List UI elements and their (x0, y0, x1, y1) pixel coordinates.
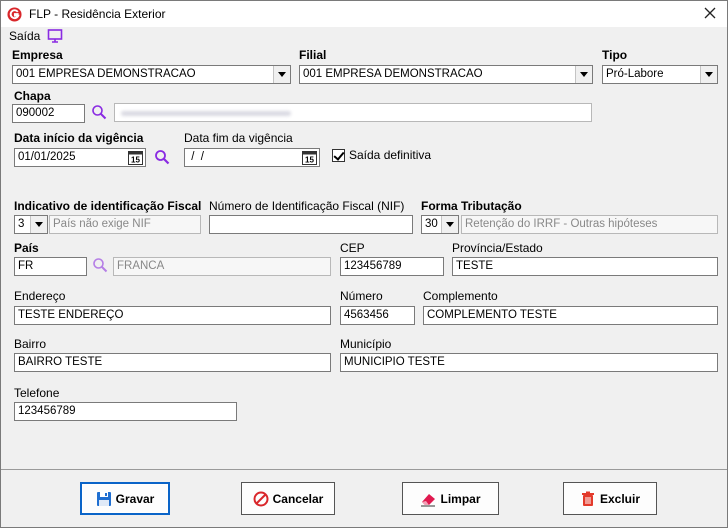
calendar-icon[interactable]: 15 (302, 150, 317, 165)
forma-tributacao-label: Forma Tributação (421, 199, 522, 213)
chapa-name-readonly (114, 103, 592, 122)
inicio-vigencia-input[interactable]: 01/01/2025 15 (14, 148, 146, 167)
forma-tributacao-desc: Retenção do IRRF - Outras hipóteses (461, 215, 718, 234)
inicio-vigencia-label: Data início da vigência (14, 131, 144, 145)
indicativo-fiscal-label: Indicativo de identificação Fiscal (14, 199, 202, 213)
chevron-down-icon[interactable] (30, 216, 47, 233)
tipo-value: Pró-Labore (606, 68, 664, 80)
provincia-label: Província/Estado (452, 241, 543, 255)
calendar-day: 15 (131, 156, 140, 165)
monitor-icon[interactable] (47, 28, 63, 44)
complemento-label: Complemento (423, 289, 498, 303)
chevron-down-icon[interactable] (700, 66, 717, 83)
chevron-down-icon[interactable] (575, 66, 592, 83)
cep-label: CEP (340, 241, 365, 255)
window-title: FLP - Residência Exterior (29, 7, 166, 21)
chapa-input[interactable]: 090002 (12, 104, 85, 123)
indicativo-fiscal-select[interactable]: 3 (14, 215, 48, 234)
calendar-day: 15 (305, 156, 314, 165)
numero-input[interactable]: 4563456 (340, 306, 415, 325)
municipio-input[interactable]: MUNICIPIO TESTE (340, 353, 718, 372)
chapa-label: Chapa (14, 89, 51, 103)
empresa-value: 001 EMPRESA DEMONSTRACAO (16, 68, 196, 80)
numero-label: Número (340, 289, 383, 303)
dialog-window: FLP - Residência Exterior Saída Empresa … (0, 0, 728, 528)
pais-label: País (14, 241, 39, 255)
fim-vigencia-label: Data fim da vigência (184, 131, 293, 145)
search-icon[interactable] (154, 149, 170, 165)
menu-bar: Saída (1, 27, 727, 47)
filial-label: Filial (299, 48, 327, 62)
title-bar: FLP - Residência Exterior (1, 1, 727, 27)
forma-tributacao-select[interactable]: 30 (421, 215, 459, 234)
search-icon[interactable] (91, 104, 107, 120)
nif-label: Número de Identificação Fiscal (NIF) (209, 199, 405, 213)
bairro-input[interactable]: BAIRRO TESTE (14, 353, 331, 372)
filial-select[interactable]: 001 EMPRESA DEMONSTRACAO (299, 65, 593, 84)
telefone-label: Telefone (14, 386, 60, 400)
telefone-input[interactable]: 123456789 (14, 402, 237, 421)
pais-input[interactable]: FR (14, 257, 87, 276)
close-button[interactable] (701, 4, 719, 22)
chevron-down-icon[interactable] (441, 216, 458, 233)
filial-value: 001 EMPRESA DEMONSTRACAO (303, 68, 483, 80)
excluir-label: Excluir (599, 491, 641, 506)
gravar-button[interactable]: Gravar (80, 482, 170, 515)
limpar-button[interactable]: Limpar (402, 482, 499, 515)
saida-definitiva-checkbox[interactable] (332, 149, 345, 162)
indicativo-fiscal-desc: País não exige NIF (49, 215, 201, 234)
calendar-icon[interactable]: 15 (128, 150, 143, 165)
provincia-input[interactable]: TESTE (452, 257, 718, 276)
cancelar-button[interactable]: Cancelar (241, 482, 335, 515)
endereco-label: Endereço (14, 289, 66, 303)
menu-saida[interactable]: Saída (9, 29, 40, 43)
empresa-select[interactable]: 001 EMPRESA DEMONSTRACAO (12, 65, 291, 84)
saida-definitiva-label: Saída definitiva (349, 148, 432, 162)
cancel-icon (253, 491, 269, 506)
chevron-down-icon[interactable] (273, 66, 290, 83)
empresa-label: Empresa (12, 48, 63, 62)
close-icon (704, 7, 716, 19)
save-icon (96, 491, 111, 506)
indicativo-fiscal-value: 3 (18, 218, 25, 230)
trash-icon (581, 491, 594, 506)
tipo-label: Tipo (602, 48, 628, 62)
eraser-icon (421, 493, 436, 506)
municipio-label: Município (340, 337, 392, 351)
nif-input[interactable] (209, 215, 413, 234)
search-icon[interactable] (92, 257, 108, 273)
fim-vigencia-value: / / (188, 151, 204, 163)
button-bar: Gravar Cancelar Limpar Excluir (1, 469, 727, 528)
tipo-select[interactable]: Pró-Labore (602, 65, 718, 84)
fim-vigencia-input[interactable]: / / 15 (184, 148, 320, 167)
app-logo-icon (7, 7, 22, 22)
inicio-vigencia-value: 01/01/2025 (18, 151, 76, 163)
gravar-label: Gravar (115, 491, 155, 506)
complemento-input[interactable]: COMPLEMENTO TESTE (423, 306, 718, 325)
pais-desc: FRANCA (113, 257, 331, 276)
cancelar-label: Cancelar (272, 491, 324, 506)
excluir-button[interactable]: Excluir (563, 482, 657, 515)
bairro-label: Bairro (14, 337, 47, 351)
cep-input[interactable]: 123456789 (340, 257, 444, 276)
limpar-label: Limpar (440, 491, 481, 506)
endereco-input[interactable]: TESTE ENDEREÇO (14, 306, 331, 325)
forma-tributacao-value: 30 (425, 218, 438, 230)
